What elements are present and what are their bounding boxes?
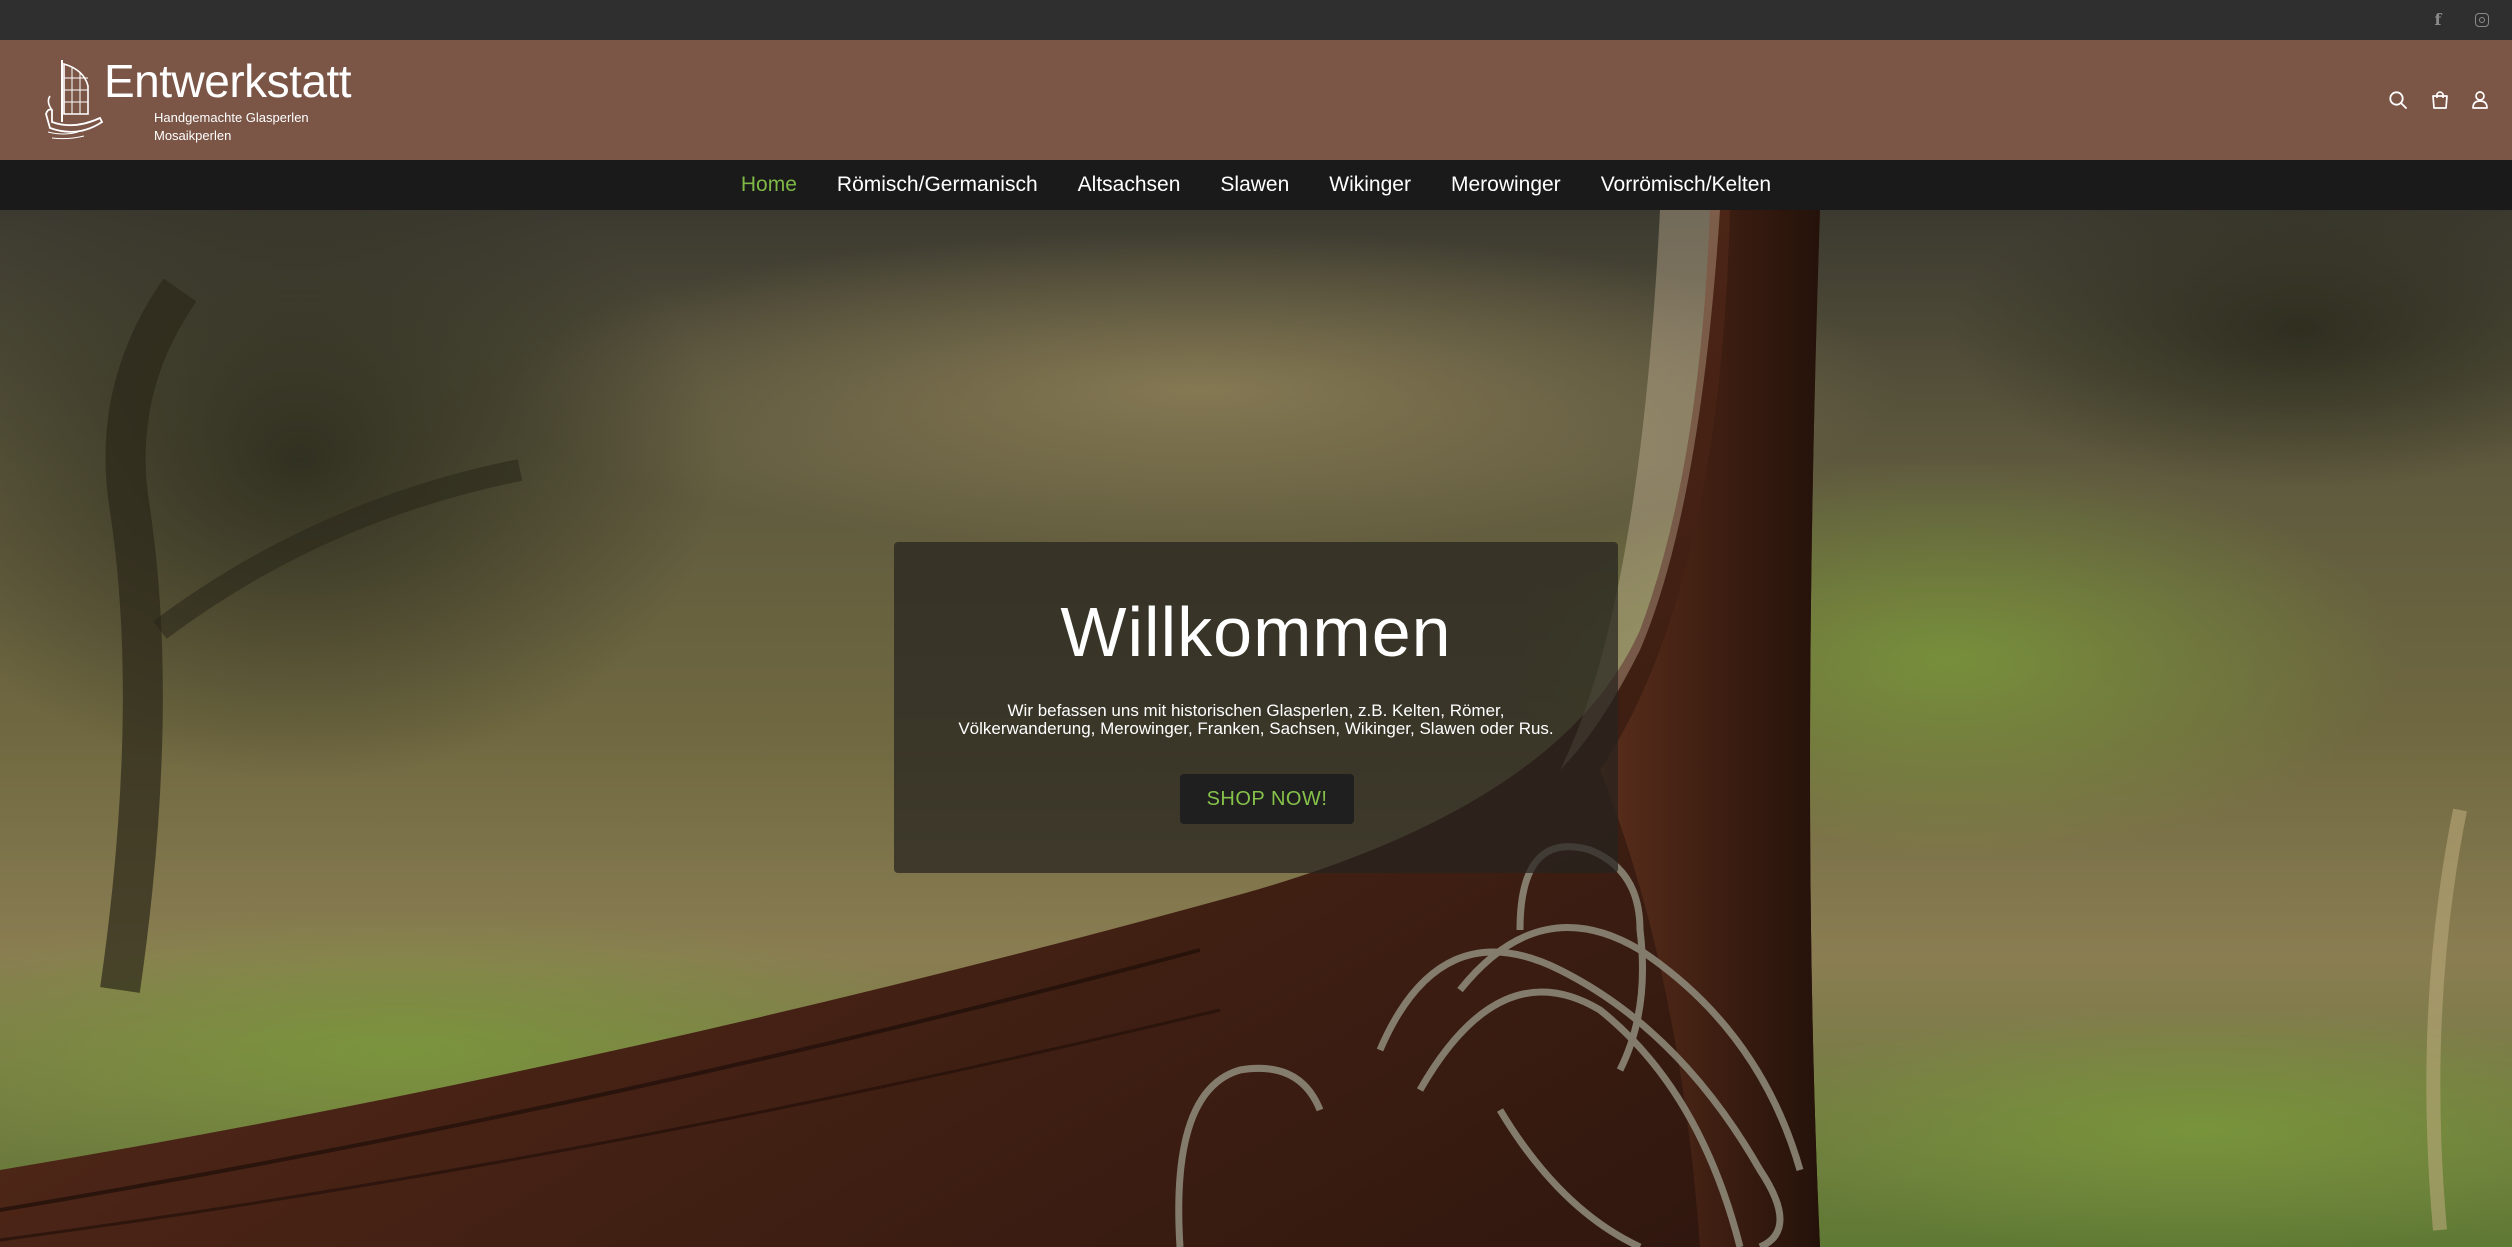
nav-item-merowinger[interactable]: Merowinger: [1451, 160, 1561, 210]
instagram-icon[interactable]: [2472, 10, 2492, 30]
shopping-bag-icon[interactable]: [2428, 88, 2452, 112]
top-bar: f: [0, 0, 2512, 40]
nav-item-wikinger[interactable]: Wikinger: [1329, 160, 1411, 210]
nav-item-altsachsen[interactable]: Altsachsen: [1078, 160, 1181, 210]
brand-title[interactable]: Entwerkstatt: [104, 54, 352, 108]
brand-subtitle: Handgemachte Glasperlen: [154, 110, 309, 125]
shop-now-button[interactable]: SHOP NOW!: [1180, 774, 1354, 824]
main-navigation: Home Römisch/Germanisch Altsachsen Slawe…: [0, 160, 2512, 210]
viking-ship-icon: [45, 60, 104, 140]
user-icon[interactable]: [2468, 88, 2492, 112]
welcome-panel: Willkommen Wir befassen uns mit historis…: [894, 542, 1618, 873]
nav-item-home[interactable]: Home: [741, 160, 797, 210]
nav-item-roemisch-germanisch[interactable]: Römisch/Germanisch: [837, 160, 1038, 210]
hero-banner: Willkommen Wir befassen uns mit historis…: [0, 210, 2512, 1247]
welcome-title: Willkommen: [1060, 593, 1452, 671]
welcome-text: Wir befassen uns mit historischen Glaspe…: [958, 701, 1554, 738]
search-icon[interactable]: [2386, 88, 2410, 112]
facebook-icon[interactable]: f: [2428, 10, 2448, 30]
brand-subtitle-2: Mosaikperlen: [154, 128, 232, 143]
nav-item-slawen[interactable]: Slawen: [1220, 160, 1289, 210]
site-header: Entwerkstatt Handgemachte Glasperlen Mos…: [0, 40, 2512, 160]
nav-item-vorroemisch-kelten[interactable]: Vorrömisch/Kelten: [1601, 160, 1771, 210]
site-logo[interactable]: Entwerkstatt Handgemachte Glasperlen Mos…: [44, 54, 364, 146]
